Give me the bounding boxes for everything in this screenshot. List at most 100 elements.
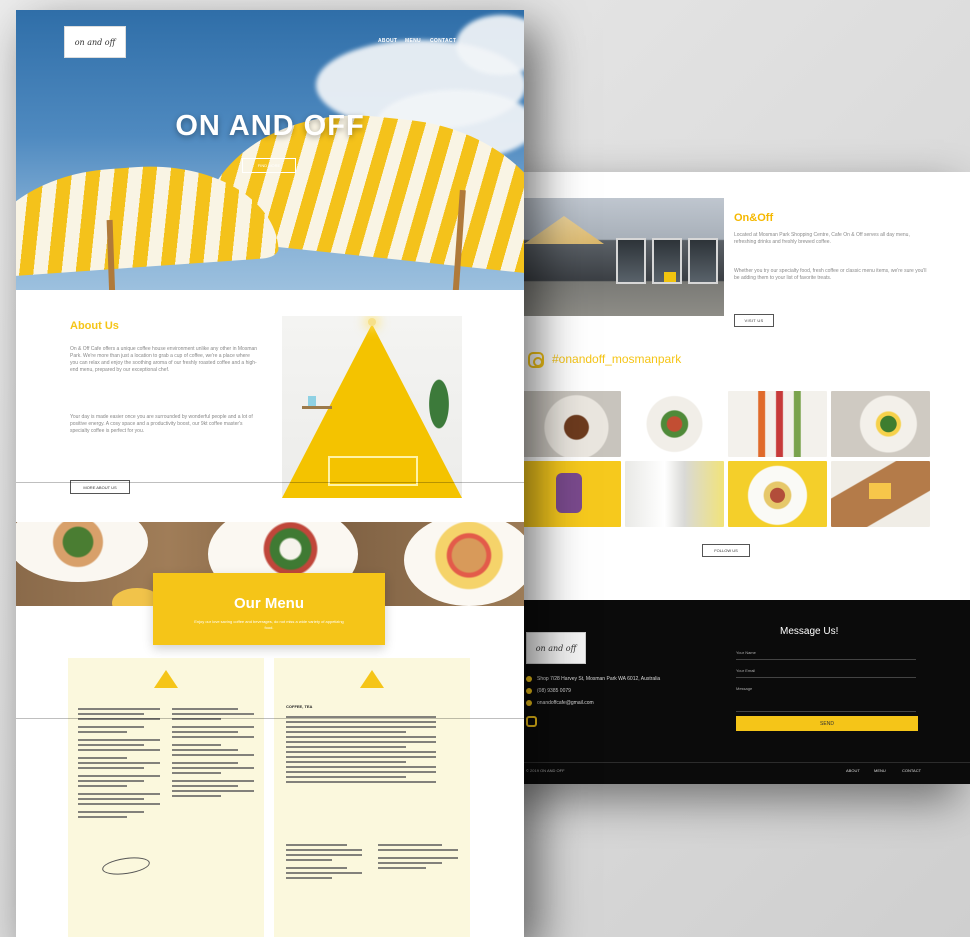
menu-item-line: [286, 761, 406, 763]
menu-item-line: [172, 736, 254, 738]
menu-item-line: [286, 877, 332, 879]
about-paragraph-1: On & Off Cafe offers a unique coffee hou…: [70, 346, 258, 373]
menu-item-line: [172, 785, 238, 787]
menu-item-line: [78, 767, 144, 769]
menu-item-line: [172, 749, 238, 751]
yellow-chair-shape: [664, 272, 676, 282]
instagram-icon[interactable]: [526, 716, 537, 727]
send-button[interactable]: SEND: [736, 716, 918, 731]
window-shape: [688, 238, 718, 284]
menu-item-line: [286, 776, 406, 778]
nav-menu[interactable]: MENU: [405, 38, 421, 44]
shelf-shape: [302, 406, 332, 409]
menu-item-line: [378, 857, 458, 859]
menu-item-line: [172, 772, 222, 774]
menu-stamp: [101, 854, 151, 878]
instagram-photo[interactable]: [625, 391, 724, 457]
footer-nav-menu[interactable]: MENU: [874, 768, 886, 773]
email-row: onandoffcafe@gmail.com: [526, 700, 594, 706]
instagram-photo[interactable]: [522, 391, 621, 457]
menu-item-line: [78, 803, 160, 805]
menu-item-line: [78, 731, 128, 733]
menu-item-line: [286, 781, 436, 783]
instagram-photo[interactable]: [625, 461, 724, 527]
instagram-photo[interactable]: [831, 461, 930, 527]
footer-logo[interactable]: on and off: [526, 632, 586, 664]
nav-about[interactable]: ABOUT: [378, 38, 397, 44]
hero-title: ON AND OFF: [175, 110, 365, 142]
menu-item-line: [378, 849, 458, 851]
food-menu-sheet: [68, 658, 264, 937]
menu-item-line: [286, 741, 436, 743]
menu-item-line: [78, 739, 160, 741]
menu-item-line: [378, 867, 426, 869]
scan-line: [16, 718, 524, 719]
hero-section: on and off ABOUT MENU CONTACT ON AND OFF…: [16, 10, 524, 290]
instagram-photo[interactable]: [831, 391, 930, 457]
window-shape: [616, 238, 646, 284]
menu-item-line: [378, 862, 442, 864]
nav-contact[interactable]: CONTACT: [430, 38, 456, 44]
umbrella-shape: [524, 216, 604, 244]
menu-item-line: [286, 721, 436, 723]
instagram-icon[interactable]: [528, 352, 544, 368]
menu-item-line: [78, 775, 160, 777]
menu-card: Our Menu Enjoy our love saving coffee an…: [153, 573, 385, 645]
front-page-mockup: on and off ABOUT MENU CONTACT ON AND OFF…: [16, 10, 524, 937]
instagram-photo[interactable]: [522, 461, 621, 527]
story-paragraph-2: Whether you try our specialty food, fres…: [734, 268, 927, 281]
message-field[interactable]: Message: [736, 684, 916, 712]
story-paragraph-1: Located at Mosman Park Shopping Centre, …: [734, 232, 910, 245]
menu-item-line: [78, 816, 128, 818]
name-field[interactable]: Your Name: [736, 648, 916, 660]
coffee-list: [286, 716, 436, 789]
menu-subtitle: Enjoy our love saving coffee and beverag…: [194, 619, 344, 630]
about-title: About Us: [70, 320, 119, 332]
cafe-storefront-photo: [524, 198, 724, 316]
menu-item-line: [172, 744, 222, 746]
footer-nav-about[interactable]: ABOUT: [846, 768, 860, 773]
follow-us-button[interactable]: FOLLOW US: [702, 544, 750, 557]
menu-title: Our Menu: [234, 595, 304, 612]
menu-item-line: [78, 811, 144, 813]
footer-divider: [518, 762, 970, 763]
copyright-text: © 2019 ON AND OFF: [526, 768, 565, 773]
menu-item-line: [286, 771, 436, 773]
menu-item-line: [78, 780, 144, 782]
mockup-stage: On&Off Located at Mosman Park Shopping C…: [0, 0, 970, 937]
menu-column-left: [78, 708, 160, 821]
menu-item-line: [78, 713, 144, 715]
email-field[interactable]: Your Email: [736, 666, 916, 678]
menu-item-line: [286, 766, 436, 768]
lamp-shape: [368, 318, 376, 326]
menu-item-line: [286, 731, 406, 733]
phone-text[interactable]: (08) 9385 0079: [537, 688, 571, 694]
menu-item-line: [172, 731, 238, 733]
food-plate-shape: [16, 522, 148, 582]
instagram-photo[interactable]: [728, 391, 827, 457]
story-title: On&Off: [734, 212, 774, 224]
menu-item-line: [78, 793, 160, 795]
menu-item-line: [78, 744, 144, 746]
menu-item-line: [286, 756, 436, 758]
address-row: Shop 7/28 Harvey St, Mosman Park WA 6012…: [526, 676, 660, 682]
instagram-handle[interactable]: #onandoff_mosmanpark: [552, 352, 681, 366]
menu-item-line: [172, 708, 238, 710]
food-plate-shape: [404, 522, 524, 606]
menu-item-line: [286, 751, 436, 753]
email-text[interactable]: onandoffcafe@gmail.com: [537, 700, 594, 706]
site-logo[interactable]: on and off: [64, 26, 126, 58]
find-more-button[interactable]: FIND MORE: [242, 158, 296, 173]
instagram-photo[interactable]: [728, 461, 827, 527]
menu-item-line: [78, 708, 160, 710]
juices-list: [378, 844, 458, 872]
menu-item-line: [286, 859, 332, 861]
footer-nav-contact[interactable]: CONTACT: [902, 768, 921, 773]
visit-us-button[interactable]: VISIT US: [734, 314, 774, 327]
menu-item-line: [286, 746, 406, 748]
menu-item-line: [286, 844, 347, 846]
menu-item-line: [286, 854, 362, 856]
menu-item-line: [172, 790, 254, 792]
phone-icon: [526, 688, 532, 694]
menu-item-line: [378, 844, 442, 846]
